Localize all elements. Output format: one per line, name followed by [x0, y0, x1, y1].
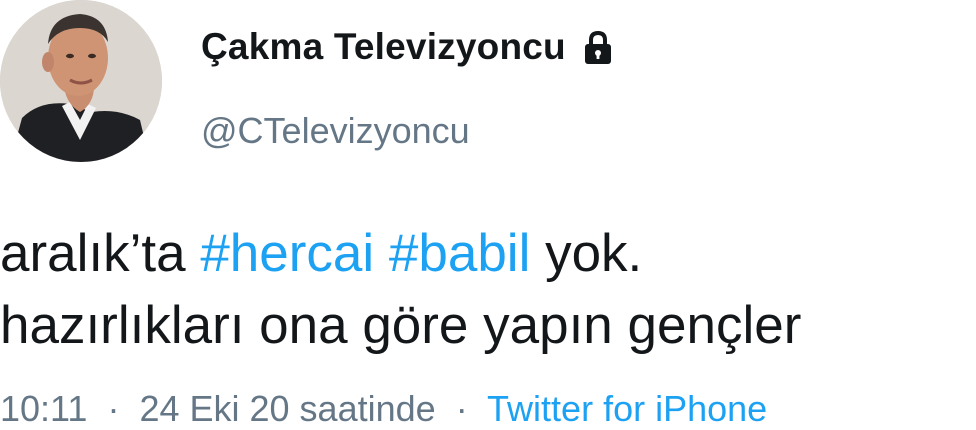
tweet-text-prefix: aralık’ta: [0, 224, 201, 283]
display-name[interactable]: Çakma Televizyoncu: [201, 26, 566, 68]
tweet-text-suffix: yok.: [530, 224, 643, 283]
tweet-text: aralık’ta #hercai #babil yok. hazırlıkla…: [0, 218, 976, 362]
hashtag-babil[interactable]: #babil: [389, 224, 530, 283]
tweet-line-1: aralık’ta #hercai #babil yok.: [0, 218, 976, 290]
lock-icon: [582, 30, 614, 66]
tweet-text-space: [374, 224, 389, 283]
avatar[interactable]: [0, 0, 162, 162]
hashtag-hercai[interactable]: #hercai: [200, 224, 374, 283]
tweet: Çakma Televizyoncu @CTelevizyoncu aralık…: [0, 0, 976, 429]
profile-photo-icon: [0, 0, 162, 162]
tweet-line-2: hazırlıkları ona göre yapın gençler: [0, 296, 802, 355]
user-handle[interactable]: @CTelevizyoncu: [201, 110, 614, 152]
meta-separator: ·: [107, 388, 120, 429]
display-name-row: Çakma Televizyoncu: [201, 20, 614, 74]
meta-separator: ·: [455, 388, 468, 429]
tweet-time[interactable]: 10:11: [0, 388, 87, 429]
user-block: Çakma Televizyoncu @CTelevizyoncu: [201, 20, 614, 152]
tweet-source-link[interactable]: Twitter for iPhone: [487, 388, 767, 429]
tweet-meta: 10:11 · 24 Eki 20 saatinde · Twitter for…: [0, 388, 767, 430]
tweet-date[interactable]: 24 Eki 20 saatinde: [139, 388, 435, 429]
